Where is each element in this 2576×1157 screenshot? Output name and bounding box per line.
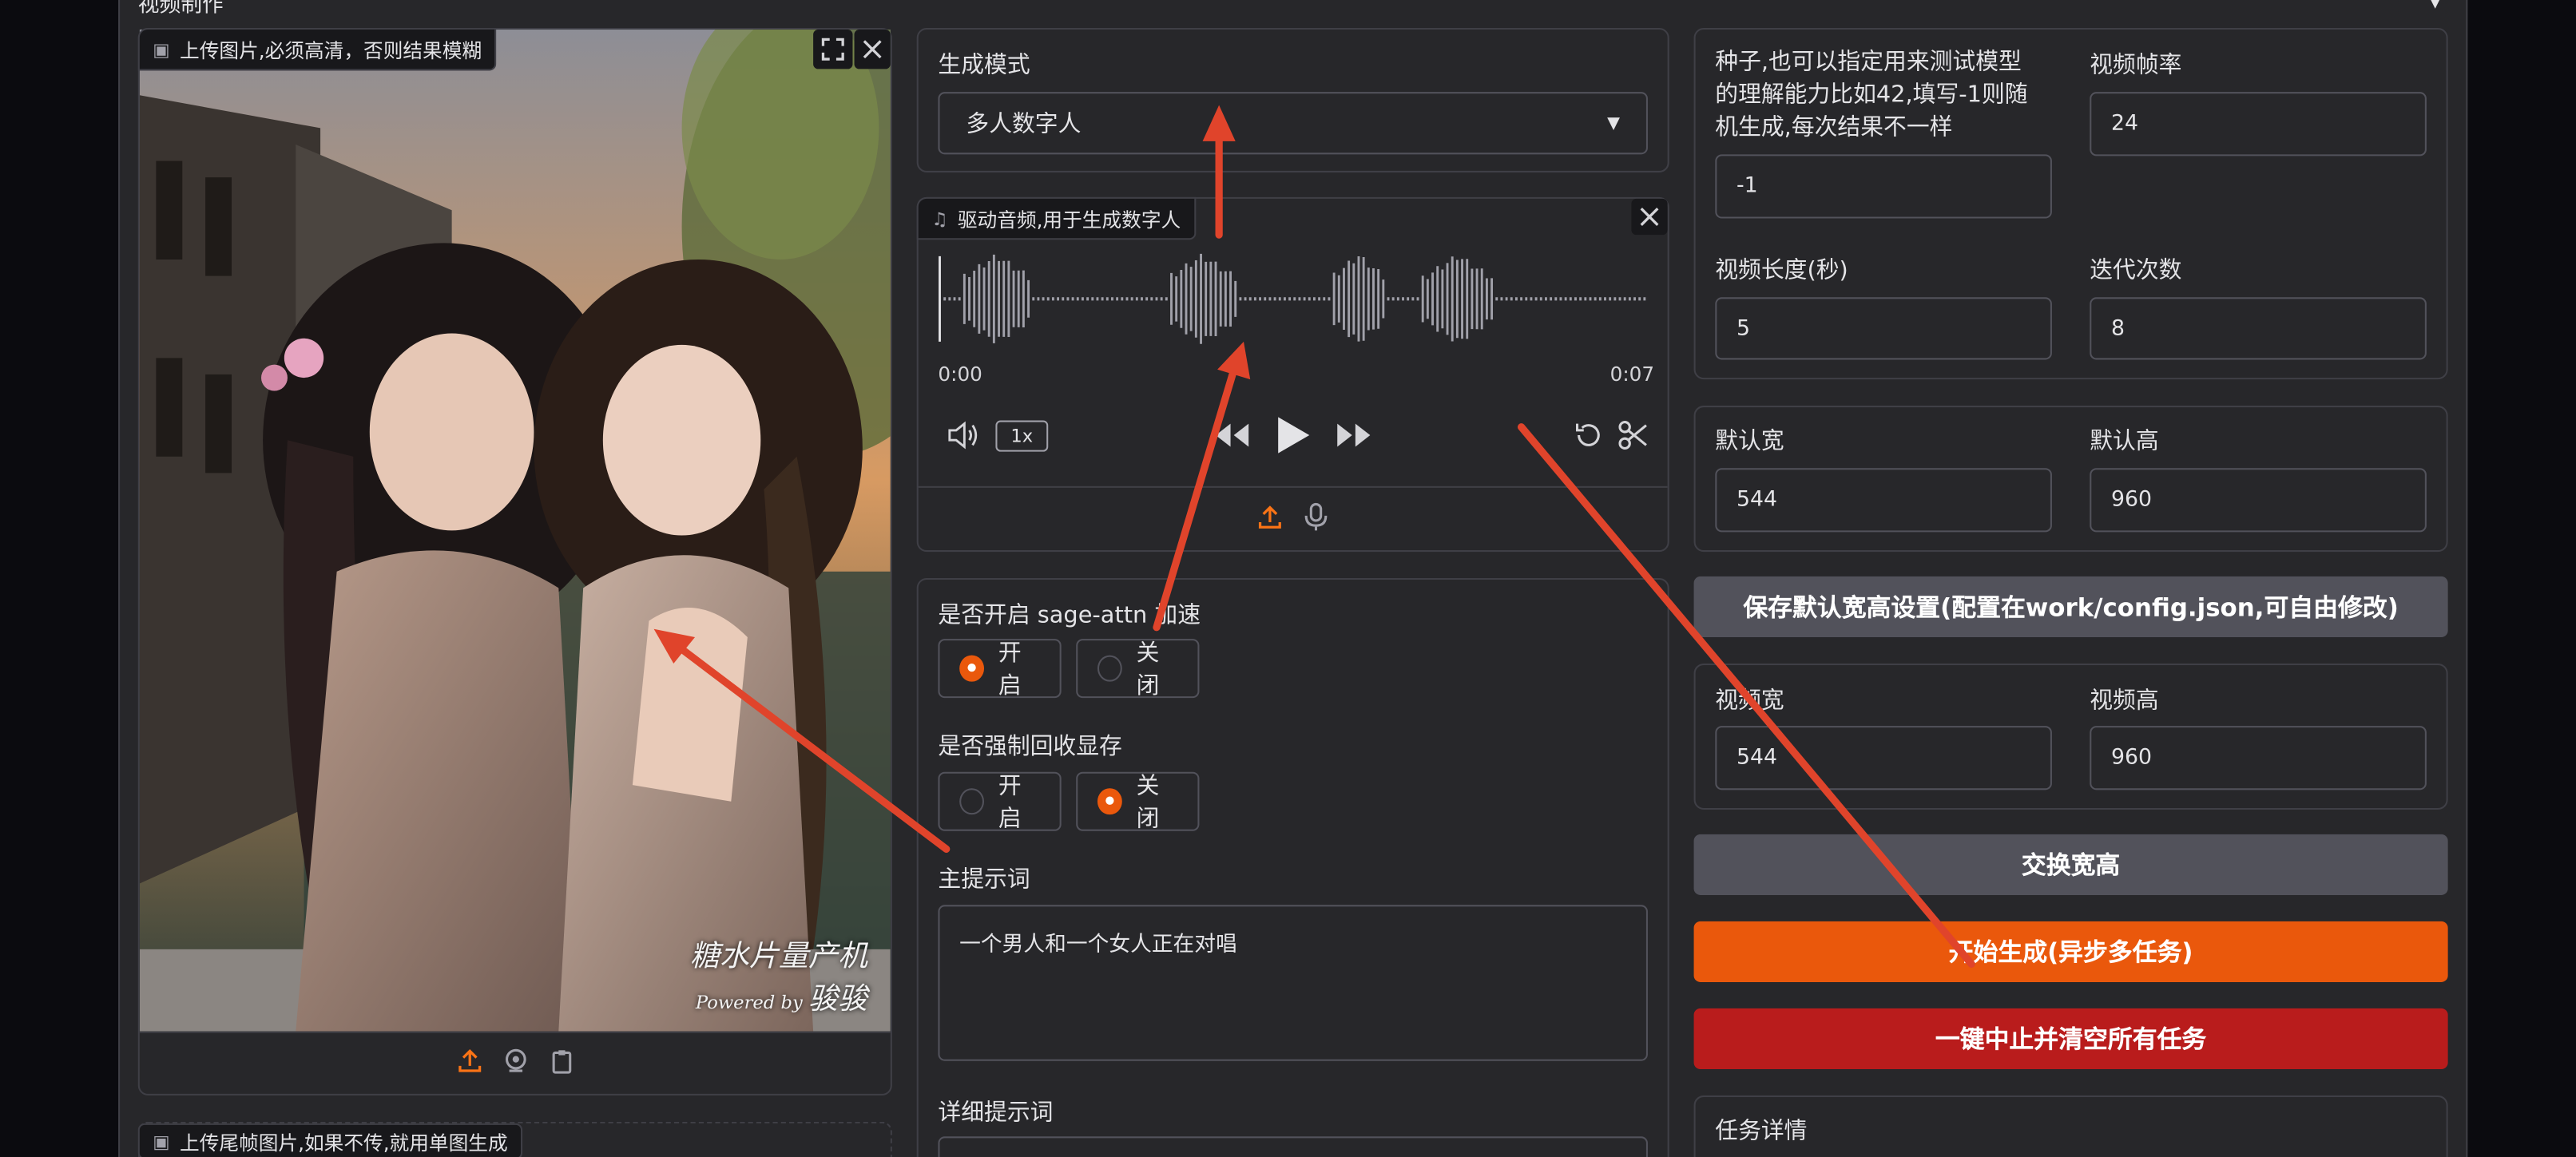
mode-dropdown[interactable]: 多人数字人 ▼	[938, 92, 1648, 155]
default-width-label: 默认宽	[1715, 428, 1784, 455]
volume-icon[interactable]	[947, 418, 982, 458]
swap-size-button[interactable]: 交换宽高	[1693, 834, 2448, 895]
image-icon: ▣	[153, 38, 170, 61]
duration-label: 视频长度(秒)	[1715, 257, 1848, 284]
seed-label: 种子,也可以指定用来测试模型的理解能力比如42,填写-1则随机生成,每次结果不一…	[1715, 49, 2028, 141]
video-height-label: 视频高	[2090, 687, 2159, 715]
detail-prompt-textarea[interactable]	[938, 1136, 1648, 1157]
prompt-textarea[interactable]: 一个男人和一个女人正在对唱	[938, 905, 1648, 1061]
audio-label: ♫ 驱动音频,用于生成数字人	[916, 196, 1196, 240]
sage-label: 是否开启 sage-attn 加速	[938, 602, 1201, 629]
gc-off-radio[interactable]: 关闭	[1076, 771, 1200, 833]
rewind-icon[interactable]	[1213, 421, 1252, 457]
chevron-down-icon: ▼	[1607, 113, 1621, 133]
gc-on-radio[interactable]: 开启	[938, 771, 1062, 833]
fps-label: 视频帧率	[2090, 52, 2182, 79]
steps-label: 迭代次数	[2090, 257, 2182, 284]
duration-input[interactable]: 5	[1715, 297, 2052, 360]
clipboard-icon[interactable]	[548, 1047, 574, 1080]
video-height-input[interactable]: 960	[2090, 726, 2427, 790]
audio-source-toolbar	[918, 485, 1668, 552]
play-icon[interactable]	[1273, 414, 1312, 463]
default-height-input[interactable]: 960	[2090, 468, 2427, 533]
radio-unselected-icon	[959, 788, 984, 815]
audio-time-end: 0:07	[1610, 363, 1655, 386]
watermark: 糖水片量产机 Powered by 骏骏	[689, 939, 867, 1017]
image-icon: ▣	[153, 1131, 170, 1152]
radio-unselected-icon	[1097, 655, 1122, 682]
webcam-icon[interactable]	[502, 1047, 528, 1080]
stop-all-button[interactable]: 一键中止并清空所有任务	[1693, 1008, 2448, 1069]
detail-prompt-label: 详细提示词	[938, 1100, 1054, 1127]
image-upload-label: ▣ 上传图片,必须高清，否则结果模糊	[137, 27, 497, 71]
section-title[interactable]: 视频制作	[138, 0, 224, 18]
fast-forward-icon[interactable]	[1334, 421, 1373, 457]
clear-image-icon[interactable]	[854, 30, 891, 69]
playback-speed-button[interactable]: 1x	[995, 420, 1049, 452]
default-height-label: 默认高	[2090, 428, 2159, 455]
start-generate-button[interactable]: 开始生成(异步多任务)	[1693, 921, 2448, 982]
collapse-caret-icon[interactable]: ▼	[2428, 0, 2442, 11]
task-label: 任务详情	[1715, 1118, 1808, 1145]
trim-scissors-icon[interactable]	[1617, 418, 1649, 458]
save-default-size-button[interactable]: 保存默认宽高设置(配置在work/config.json,可自由修改)	[1693, 576, 2448, 638]
audio-time-start: 0:00	[938, 363, 982, 386]
radio-selected-icon	[1097, 788, 1122, 815]
sage-on-radio[interactable]: 开启	[938, 639, 1062, 699]
video-width-label: 视频宽	[1715, 687, 1784, 715]
tail-upload-label: ▣ 上传尾帧图片,如果不传,就用单图生成	[137, 1123, 523, 1157]
video-width-input[interactable]: 544	[1715, 726, 2052, 790]
seed-input[interactable]: -1	[1715, 154, 2052, 219]
fps-input[interactable]: 24	[2090, 92, 2427, 157]
prompt-label: 主提示词	[938, 866, 1030, 894]
image-source-toolbar	[139, 1031, 891, 1094]
music-note-icon: ♫	[931, 208, 948, 229]
clear-audio-icon[interactable]	[1631, 198, 1668, 236]
microphone-icon[interactable]	[1303, 501, 1329, 537]
upload-icon[interactable]	[456, 1047, 482, 1080]
steps-input[interactable]: 8	[2090, 297, 2427, 360]
sage-off-radio[interactable]: 关闭	[1076, 639, 1200, 699]
radio-selected-icon	[959, 655, 984, 682]
upload-icon[interactable]	[1256, 503, 1283, 536]
fullscreen-icon[interactable]	[813, 30, 853, 69]
photo-illustration	[139, 30, 891, 1032]
uploaded-image[interactable]: 糖水片量产机 Powered by 骏骏	[139, 30, 891, 1032]
reset-icon[interactable]	[1572, 418, 1605, 458]
audio-waveform[interactable]	[938, 253, 1648, 345]
mode-label: 生成模式	[938, 52, 1030, 79]
default-width-input[interactable]: 544	[1715, 468, 2052, 533]
gc-label: 是否强制回收显存	[938, 734, 1122, 761]
